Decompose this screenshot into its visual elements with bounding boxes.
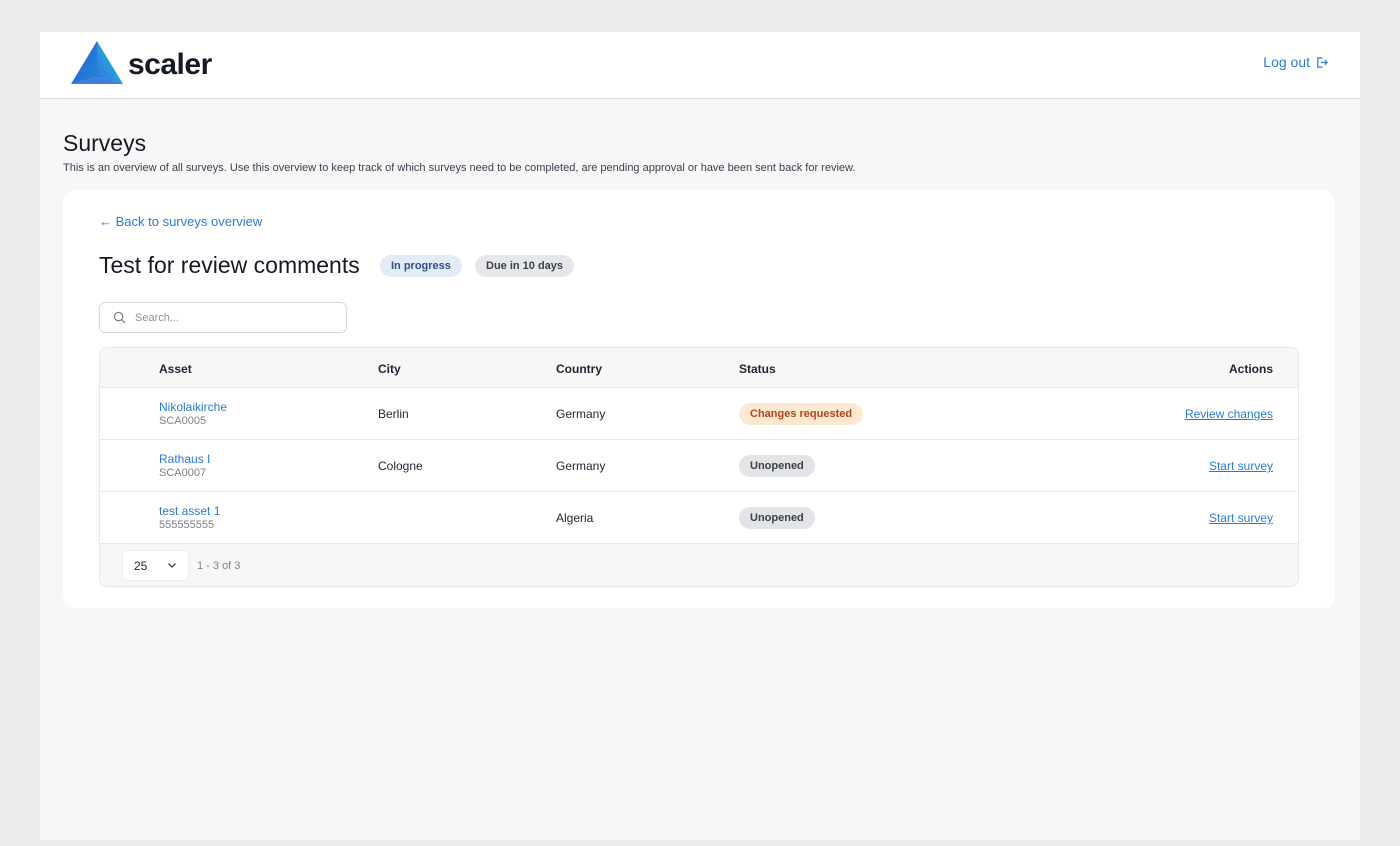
table-row: Rathaus I SCA0007 Cologne Germany Unopen… [100, 440, 1298, 492]
pagination-range: 1 - 3 of 3 [197, 560, 241, 572]
country-cell: Germany [556, 459, 606, 473]
column-header-country: Country [556, 362, 602, 376]
top-bar: scaler Log out [40, 32, 1360, 99]
review-changes-link[interactable]: Review changes [1185, 407, 1273, 421]
city-cell: Cologne [378, 459, 423, 473]
back-to-surveys-link[interactable]: ← Back to surveys overview [99, 214, 262, 229]
asset-code: SCA0007 [159, 467, 207, 479]
per-page-value: 25 [134, 558, 148, 573]
status-badge: Unopened [739, 507, 815, 529]
due-date-badge: Due in 10 days [475, 255, 575, 277]
app-frame: scaler Log out Surveys This is an overvi… [40, 32, 1360, 840]
asset-name-link[interactable]: Nikolaikirche [159, 400, 227, 414]
page-description: This is an overview of all surveys. Use … [63, 162, 856, 174]
search-icon [113, 311, 126, 324]
assets-table: Asset City Country Status Actions Nikola… [99, 347, 1299, 587]
column-header-city: City [378, 362, 401, 376]
survey-card: ← Back to surveys overview Test for revi… [63, 190, 1335, 608]
column-header-actions: Actions [1228, 362, 1273, 376]
start-survey-link[interactable]: Start survey [1209, 511, 1273, 525]
survey-title: Test for review comments [99, 252, 360, 278]
page-title: Surveys [63, 130, 147, 156]
asset-name-link[interactable]: Rathaus I [159, 452, 210, 466]
column-header-asset: Asset [159, 362, 192, 376]
table-row: test asset 1 555555555 Algeria Unopened … [100, 492, 1298, 544]
country-cell: Germany [556, 407, 606, 421]
table-header: Asset City Country Status Actions [100, 348, 1298, 388]
brand-name: scaler [128, 48, 212, 81]
status-badge: Changes requested [739, 403, 864, 425]
survey-status-badge: In progress [380, 255, 462, 277]
asset-code: SCA0005 [159, 415, 207, 427]
asset-name-link[interactable]: test asset 1 [159, 504, 220, 518]
asset-code: 555555555 [159, 519, 215, 531]
logout-label: Log out [1263, 54, 1310, 70]
brand-logo[interactable]: scaler [69, 40, 212, 86]
per-page-select[interactable]: 25 [122, 550, 189, 581]
country-cell: Algeria [556, 511, 594, 525]
logout-button[interactable]: Log out [1263, 54, 1328, 70]
logout-icon [1317, 56, 1328, 68]
start-survey-link[interactable]: Start survey [1209, 459, 1273, 473]
table-footer: 25 1 - 3 of 3 [100, 544, 1298, 586]
table-row: Nikolaikirche SCA0005 Berlin Germany Cha… [100, 388, 1298, 440]
column-header-status: Status [739, 362, 776, 376]
chevron-down-icon [168, 563, 176, 568]
search-box [99, 302, 347, 333]
city-cell: Berlin [378, 407, 409, 421]
scaler-triangle-logo-icon [71, 41, 123, 84]
search-input[interactable] [135, 311, 325, 324]
status-badge: Unopened [739, 455, 815, 477]
